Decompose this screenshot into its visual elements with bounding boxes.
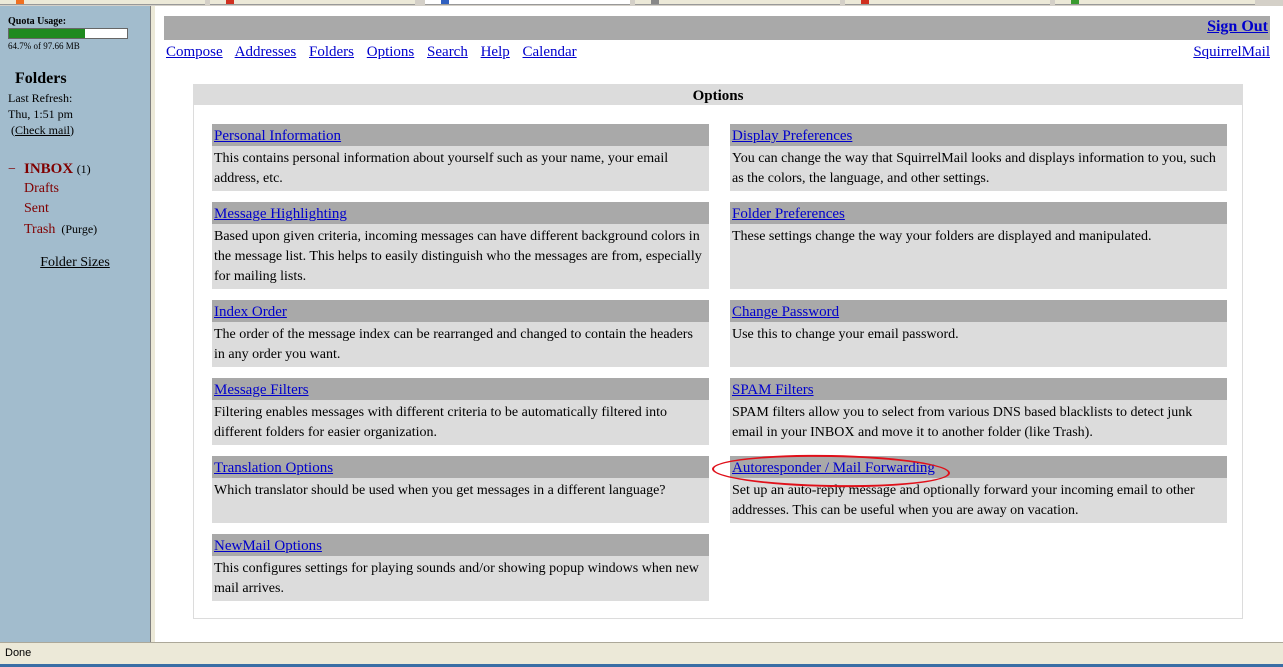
nav-calendar[interactable]: Calendar <box>523 44 577 60</box>
option-link[interactable]: Personal Information <box>214 128 341 144</box>
option-description: Use this to change your email password. <box>732 327 959 342</box>
option-description: This contains personal information about… <box>214 151 669 186</box>
browser-tab[interactable] <box>0 0 205 5</box>
option-header: NewMail Options <box>212 534 709 556</box>
browser-tab[interactable] <box>1055 0 1255 5</box>
nav-addresses[interactable]: Addresses <box>235 44 297 60</box>
purge-trash-link[interactable]: (Purge) <box>61 222 97 236</box>
tab-favicon-icon <box>16 0 24 4</box>
option-link[interactable]: Change Password <box>732 304 839 320</box>
option-header: Display Preferences <box>730 124 1227 146</box>
option-link[interactable]: Folder Preferences <box>732 206 845 222</box>
tab-favicon-icon <box>861 0 869 4</box>
quota-text: 64.7% of 97.66 MB <box>8 41 80 51</box>
option-spam-filters: SPAM Filters SPAM filters allow you to s… <box>730 378 1227 445</box>
option-header: Message Filters <box>212 378 709 400</box>
option-description: Based upon given criteria, incoming mess… <box>214 229 702 284</box>
folder-sizes-link[interactable]: Folder Sizes <box>40 255 110 270</box>
option-header: SPAM Filters <box>730 378 1227 400</box>
last-refresh-label: Last Refresh: <box>8 91 73 105</box>
option-description: The order of the message index can be re… <box>214 327 693 362</box>
browser-tab[interactable] <box>635 0 840 5</box>
option-description: Which translator should be used when you… <box>214 483 666 498</box>
sign-out-link[interactable]: Sign Out <box>1207 18 1268 36</box>
tab-favicon-icon <box>1071 0 1079 4</box>
option-link[interactable]: Message Highlighting <box>214 206 347 222</box>
option-header: Folder Preferences <box>730 202 1227 224</box>
nav-folders[interactable]: Folders <box>309 44 354 60</box>
option-description: You can change the way that SquirrelMail… <box>732 151 1216 186</box>
nav-search[interactable]: Search <box>427 44 468 60</box>
option-description: Filtering enables messages with differen… <box>214 405 668 440</box>
folder-name[interactable]: INBOX <box>24 161 73 177</box>
option-change-password: Change Password Use this to change your … <box>730 300 1227 367</box>
option-message-highlighting: Message Highlighting Based upon given cr… <box>212 202 709 289</box>
check-mail-link[interactable]: Check mail <box>15 123 70 137</box>
check-mail-close-paren: ) <box>69 123 74 137</box>
browser-tab[interactable] <box>210 0 415 5</box>
option-link[interactable]: Autoresponder / Mail Forwarding <box>732 460 935 476</box>
option-personal-information: Personal Information This contains perso… <box>212 124 709 191</box>
option-description: Set up an auto-reply message and optiona… <box>732 483 1195 518</box>
browser-tab[interactable] <box>845 0 1050 5</box>
check-mail: (Check mail) <box>11 123 74 138</box>
option-description: SPAM filters allow you to select from va… <box>732 405 1193 440</box>
browser-tab-active[interactable] <box>425 0 630 5</box>
status-text: Done <box>5 647 32 659</box>
option-header: Index Order <box>212 300 709 322</box>
folder-pane: Quota Usage: 64.7% of 97.66 MB Folders L… <box>0 6 150 642</box>
folder-item-sent[interactable]: Sent <box>8 199 97 219</box>
option-link[interactable]: Translation Options <box>214 460 333 476</box>
option-header: Message Highlighting <box>212 202 709 224</box>
option-link[interactable]: Message Filters <box>214 382 309 398</box>
squirrelmail-link[interactable]: SquirrelMail <box>1193 44 1270 61</box>
option-autoresponder-mail-forwarding: Autoresponder / Mail Forwarding Set up a… <box>730 456 1227 523</box>
tab-favicon-icon <box>441 0 449 4</box>
quota-bar-fill <box>9 29 86 38</box>
option-description: This configures settings for playing sou… <box>214 561 699 596</box>
option-header: Change Password <box>730 300 1227 322</box>
option-link[interactable]: Display Preferences <box>732 128 852 144</box>
last-refresh-time: Thu, 1:51 pm <box>8 107 73 121</box>
collapse-icon[interactable]: − <box>8 160 24 180</box>
option-link[interactable]: Index Order <box>214 304 287 320</box>
folder-item-inbox[interactable]: − INBOX (1) <box>8 159 97 179</box>
quota-label: Quota Usage: <box>8 16 67 27</box>
option-display-preferences: Display Preferences You can change the w… <box>730 124 1227 191</box>
folder-sizes: Folder Sizes <box>0 255 150 271</box>
option-link[interactable]: SPAM Filters <box>732 382 814 398</box>
main-frame: Sign Out Compose Addresses Folders Optio… <box>156 6 1283 642</box>
option-folder-preferences: Folder Preferences These settings change… <box>730 202 1227 289</box>
option-message-filters: Message Filters Filtering enables messag… <box>212 378 709 445</box>
folder-item-trash[interactable]: Trash (Purge) <box>8 219 97 239</box>
unread-count: (1) <box>76 162 91 176</box>
option-description: These settings change the way your folde… <box>732 229 1152 244</box>
option-header: Autoresponder / Mail Forwarding <box>730 456 1227 478</box>
folder-list: − INBOX (1) Drafts Sent Trash (Purge) <box>8 159 97 239</box>
tab-favicon-icon <box>226 0 234 4</box>
option-newmail-options: NewMail Options This configures settings… <box>212 534 709 601</box>
quota-bar <box>8 28 128 39</box>
option-index-order: Index Order The order of the message ind… <box>212 300 709 367</box>
folder-name[interactable]: Sent <box>24 201 49 216</box>
folder-item-drafts[interactable]: Drafts <box>8 179 97 199</box>
nav-options[interactable]: Options <box>367 44 415 60</box>
option-header: Personal Information <box>212 124 709 146</box>
tab-favicon-icon <box>651 0 659 4</box>
header-bar: Sign Out <box>164 16 1270 40</box>
nav-help[interactable]: Help <box>481 44 510 60</box>
folder-name[interactable]: Trash <box>24 222 55 237</box>
status-bar: Done <box>0 642 1283 667</box>
option-header: Translation Options <box>212 456 709 478</box>
nav-compose[interactable]: Compose <box>166 44 223 60</box>
option-link[interactable]: NewMail Options <box>214 538 322 554</box>
options-panel: Options Personal Information This contai… <box>193 84 1243 619</box>
option-translation-options: Translation Options Which translator sho… <box>212 456 709 523</box>
options-title: Options <box>194 85 1242 105</box>
main-nav: Compose Addresses Folders Options Search… <box>166 44 586 61</box>
folder-name[interactable]: Drafts <box>24 181 59 196</box>
folders-title: Folders <box>15 70 67 87</box>
